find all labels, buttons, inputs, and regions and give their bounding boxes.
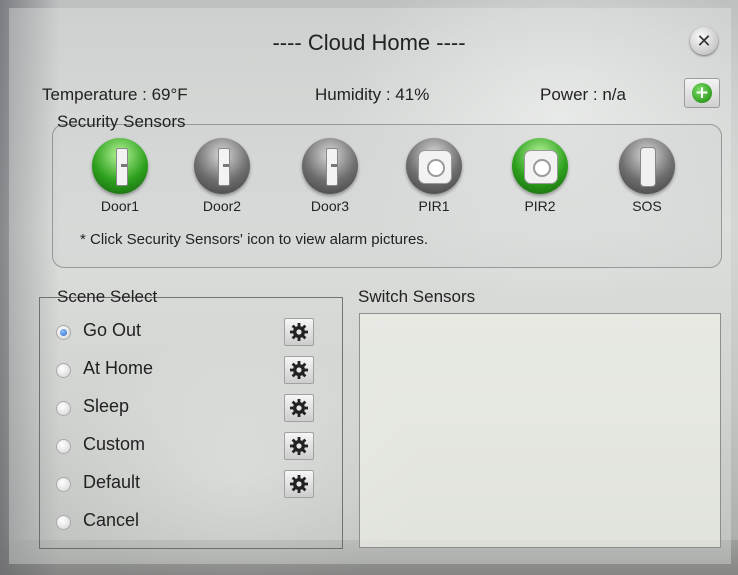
sensor-door3[interactable]: Door3 [290, 138, 370, 214]
sensor-door1[interactable]: Door1 [80, 138, 160, 214]
switch-sensors-panel[interactable] [359, 313, 721, 548]
scene-settings-button[interactable] [284, 356, 314, 384]
sensor-label: Door3 [310, 198, 350, 214]
scene-radio[interactable] [56, 439, 71, 454]
scene-option-default[interactable]: Default [56, 470, 326, 500]
power-readout: Power : n/a [540, 85, 626, 104]
scene-select-legend: Scene Select [57, 287, 158, 306]
scene-radio[interactable] [56, 325, 71, 340]
scene-option-cancel[interactable]: Cancel [56, 508, 326, 538]
scene-label: Go Out [83, 320, 142, 340]
scene-option-at-home[interactable]: At Home [56, 356, 326, 386]
door-sensor-icon [92, 138, 148, 194]
gear-icon [290, 361, 308, 379]
sensor-label: PIR2 [524, 198, 556, 214]
scene-radio[interactable] [56, 515, 71, 530]
switch-sensors-title: Switch Sensors [358, 287, 476, 306]
close-icon: ✕ [696, 30, 712, 52]
close-button[interactable]: ✕ [690, 27, 718, 55]
door-sensor-icon [302, 138, 358, 194]
sensor-label: PIR1 [418, 198, 450, 214]
scene-label: Sleep [83, 396, 130, 416]
gear-icon [290, 323, 308, 341]
humidity-readout: Humidity : 41% [315, 85, 430, 104]
gear-icon [290, 437, 308, 455]
dialog-title: ---- Cloud Home ---- [272, 30, 466, 55]
sensor-label: SOS [632, 198, 662, 214]
scene-label: Cancel [83, 510, 140, 530]
sensor-label: Door2 [202, 198, 242, 214]
scene-settings-button[interactable] [284, 470, 314, 498]
add-device-button[interactable]: + [684, 78, 720, 108]
scene-label: At Home [83, 358, 154, 378]
scene-settings-button[interactable] [284, 394, 314, 422]
security-hint: * Click Security Sensors' icon to view a… [80, 231, 428, 248]
scene-option-custom[interactable]: Custom [56, 432, 326, 462]
temperature-readout: Temperature : 69°F [42, 85, 188, 104]
door-sensor-icon [194, 138, 250, 194]
security-sensors-legend: Security Sensors [57, 112, 186, 131]
pir-sensor-icon [512, 138, 568, 194]
sensor-pir2[interactable]: PIR2 [500, 138, 580, 214]
sensor-pir1[interactable]: PIR1 [394, 138, 474, 214]
scene-option-sleep[interactable]: Sleep [56, 394, 326, 424]
plus-icon: + [692, 83, 712, 103]
pir-sensor-icon [406, 138, 462, 194]
sensor-label: Door1 [100, 198, 140, 214]
sensor-sos[interactable]: SOS [607, 138, 687, 214]
sos-sensor-icon [619, 138, 675, 194]
scene-label: Default [83, 472, 141, 492]
scene-settings-button[interactable] [284, 432, 314, 460]
scene-settings-button[interactable] [284, 318, 314, 346]
scene-radio[interactable] [56, 363, 71, 378]
scene-radio[interactable] [56, 477, 71, 492]
scene-option-go-out[interactable]: Go Out [56, 318, 326, 348]
scene-radio[interactable] [56, 401, 71, 416]
gear-icon [290, 475, 308, 493]
sensor-door2[interactable]: Door2 [182, 138, 262, 214]
gear-icon [290, 399, 308, 417]
scene-label: Custom [83, 434, 146, 454]
